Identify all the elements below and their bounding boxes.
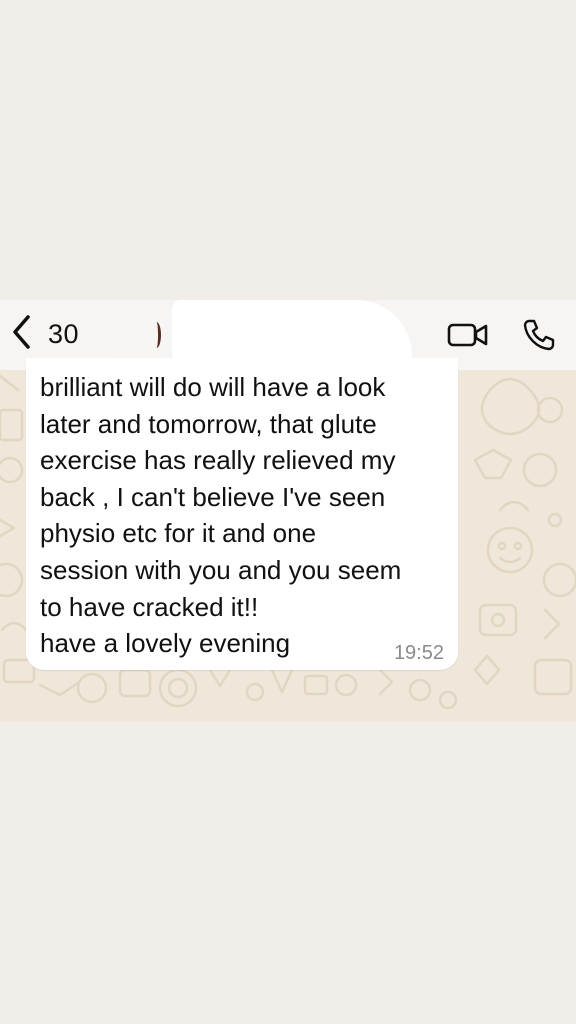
contact-name-redaction — [176, 320, 406, 362]
avatar[interactable] — [105, 302, 165, 366]
chevron-left-icon — [10, 314, 34, 355]
video-camera-icon — [447, 323, 488, 347]
message-timestamp: 19:52 — [393, 642, 444, 664]
voice-call-button[interactable] — [522, 318, 556, 352]
back-button[interactable]: 30 — [10, 314, 79, 354]
video-call-button[interactable] — [447, 320, 489, 350]
message-text: brilliant will do will have a look later… — [40, 372, 402, 659]
unread-count: 30 — [48, 318, 80, 349]
message-bubble[interactable]: brilliant will do will have a look later… — [26, 358, 458, 670]
phone-icon — [523, 319, 555, 351]
